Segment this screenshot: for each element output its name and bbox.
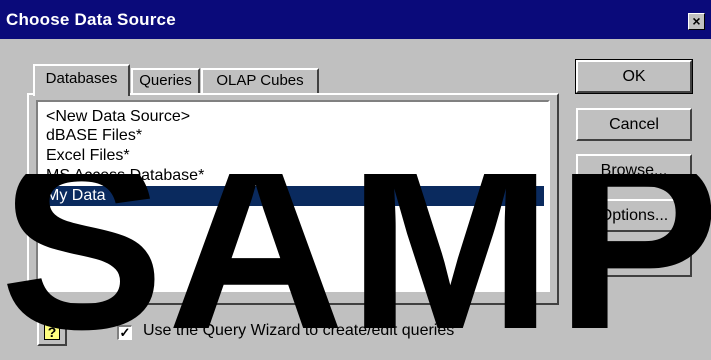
- data-source-list[interactable]: <New Data Source> dBASE Files* Excel Fil…: [36, 100, 550, 292]
- list-item-dbase-files[interactable]: dBASE Files*: [44, 126, 544, 146]
- help-button[interactable]: ?: [37, 316, 67, 346]
- query-wizard-checkbox[interactable]: ✓: [117, 325, 132, 340]
- window-title: Choose Data Source: [6, 10, 176, 29]
- tab-databases[interactable]: Databases: [33, 64, 130, 96]
- cancel-button[interactable]: Cancel: [576, 108, 692, 141]
- list-item-my-data[interactable]: My Data: [44, 186, 544, 206]
- query-wizard-label: Use the Query Wizard to create/edit quer…: [143, 322, 455, 339]
- options-button[interactable]: Options...: [576, 199, 692, 232]
- close-icon[interactable]: ×: [688, 13, 705, 30]
- ok-button[interactable]: OK: [575, 59, 693, 94]
- list-item-excel-files[interactable]: Excel Files*: [44, 146, 544, 166]
- list-item-ms-access-database[interactable]: MS Access Database*: [44, 166, 544, 186]
- tab-queries[interactable]: Queries: [131, 68, 200, 94]
- list-item-new-data-source[interactable]: <New Data Source>: [44, 107, 544, 127]
- tab-olap-cubes[interactable]: OLAP Cubes: [201, 68, 319, 94]
- choose-data-source-dialog: Choose Data Source × Databases Queries O…: [0, 0, 711, 360]
- help-icon: ?: [44, 322, 60, 340]
- browse-button[interactable]: Browse...: [576, 154, 692, 187]
- delete-button[interactable]: Delete: [576, 244, 692, 277]
- title-bar: Choose Data Source ×: [0, 0, 711, 39]
